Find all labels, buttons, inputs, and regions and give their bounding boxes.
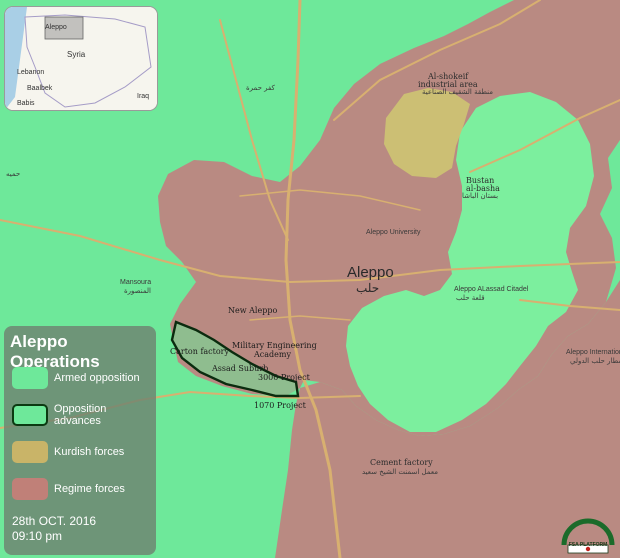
label-citadel: Aleppo ALassad Citadel: [454, 286, 529, 293]
label-cement-factory-ar: معمل اسمنت الشيخ سعيد: [362, 468, 438, 476]
inset-label-iraq: Iraq: [137, 93, 150, 100]
label-industrial-area-ar: منطقة الشقيف الصناعية: [422, 88, 494, 96]
legend-item-kurdish-forces: Kurdish forces: [12, 440, 124, 464]
legend-swatch-kurdish-forces: [12, 441, 48, 463]
label-3000-project: 3000 Project: [258, 373, 310, 382]
label-mansoura: Mansoura: [120, 279, 152, 286]
fsa-platform-logo: FSA PLATFORM: [560, 515, 616, 555]
logo-text: FSA PLATFORM: [568, 542, 608, 548]
inset-overview-map: Aleppo Syria Lebanon Iraq Baalbek Babis: [4, 6, 158, 111]
label-city-aleppo: Aleppo: [347, 264, 394, 281]
legend-label-kurdish-forces: Kurdish forces: [54, 446, 125, 458]
inset-label-syria: Syria: [67, 50, 86, 59]
legend-item-armed-opposition: Armed opposition: [12, 366, 140, 390]
label-citadel-ar: قلعة حلب: [456, 294, 485, 302]
legend-date: 28th OCT. 2016: [12, 514, 97, 528]
logo-emblem: [561, 518, 615, 554]
legend-label-armed-opposition: Armed opposition: [54, 372, 140, 384]
legend-label-regime-forces: Regime forces: [54, 483, 125, 495]
inset-label-aleppo: Aleppo: [45, 24, 67, 31]
label-1070-project: 1070 Project: [254, 401, 306, 410]
legend-swatch-opposition-advances: [12, 404, 48, 426]
legend-item-opposition-advances: Opposition advances: [12, 403, 156, 427]
label-carton-factory: Carton factory: [170, 347, 230, 356]
legend-label-opposition-advances: Opposition advances: [53, 403, 107, 427]
legend-swatch-regime-forces: [12, 478, 48, 500]
inset-label-baalbek: Baalbek: [27, 85, 53, 92]
label-city-aleppo-ar: حلب: [356, 281, 380, 295]
legend-item-regime-forces: Regime forces: [12, 477, 125, 501]
label-aleppo-university: Aleppo University: [366, 229, 421, 236]
label-bustan-al-basha-ar: بستان الباشا: [462, 192, 499, 200]
label-military-academy-1: Military Engineering: [232, 341, 317, 350]
legend-time: 09:10 pm: [12, 529, 63, 543]
inset-label-lebanon: Lebanon: [17, 69, 45, 76]
label-new-aleppo: New Aleppo: [228, 306, 278, 315]
legend-swatch-armed-opposition: [12, 367, 48, 389]
label-kafr-hamra-ar: كفر حمرة: [246, 84, 275, 92]
label-assad-suburb: Assad Suburb: [212, 364, 269, 373]
label-cement-factory: Cement factory: [370, 458, 433, 467]
label-himmiyah-ar: حميه: [6, 170, 21, 178]
inset-label-babis: Babis: [17, 100, 35, 107]
label-military-academy-2: Academy: [254, 350, 291, 359]
label-airport: Aleppo International: [566, 349, 620, 356]
label-mansoura-ar: المنصورة: [124, 287, 151, 295]
legend-panel: Aleppo Operations Armed opposition Oppos…: [4, 326, 156, 555]
label-airport-ar: مطار حلب الدولي: [570, 357, 620, 365]
